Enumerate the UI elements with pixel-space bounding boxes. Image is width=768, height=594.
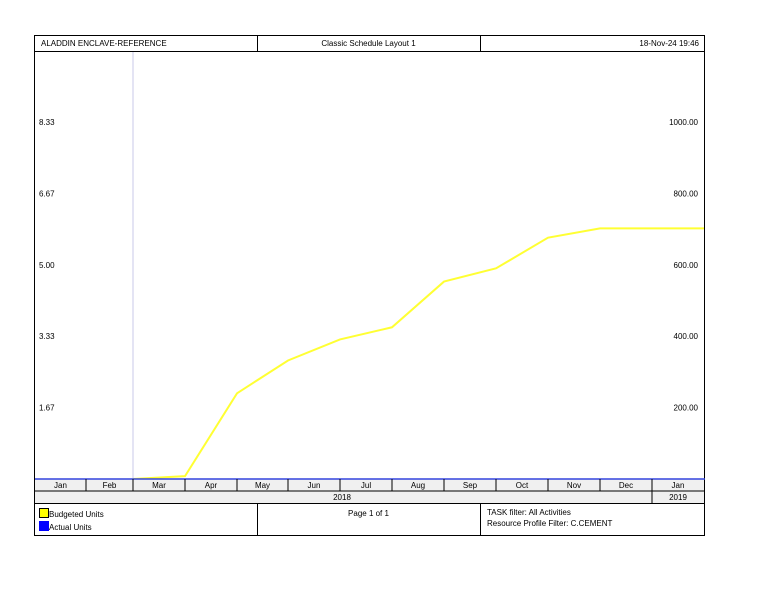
month-label: Nov [567, 481, 581, 490]
month-label: Aug [411, 481, 425, 490]
left-axis-tick: 5.00 [39, 261, 55, 270]
left-axis-tick: 8.33 [39, 118, 55, 127]
month-label: May [255, 481, 270, 490]
budgeted-swatch [39, 508, 49, 518]
year-label: 2018 [333, 493, 351, 502]
right-axis-tick: 1000.00 [669, 118, 698, 127]
resource-filter: Resource Profile Filter: C.CEMENT [487, 519, 613, 528]
month-label: Oct [516, 481, 529, 490]
month-label: Dec [619, 481, 633, 490]
month-label: Jan [672, 481, 685, 490]
right-axis-tick: 600.00 [674, 261, 699, 270]
task-filter: TASK filter: All Activities [487, 508, 571, 517]
month-label: Apr [205, 481, 218, 490]
filters: TASK filter: All Activities Resource Pro… [480, 503, 705, 536]
actual-swatch [39, 521, 49, 531]
month-label: Sep [463, 481, 478, 490]
left-axis-tick: 3.33 [39, 332, 55, 341]
legend-item-actual: Actual Units [39, 521, 257, 532]
year-label: 2019 [669, 493, 687, 502]
month-label: Jun [308, 481, 321, 490]
budgeted-units-line [132, 227, 704, 480]
legend: Budgeted Units Actual Units [34, 503, 258, 536]
legend-label: Budgeted Units [49, 510, 104, 519]
legend-label: Actual Units [49, 523, 92, 532]
left-axis-tick: 6.67 [39, 189, 55, 198]
legend-item-budgeted: Budgeted Units [39, 508, 257, 519]
left-axis-tick: 1.67 [39, 404, 55, 413]
page: ALADDIN ENCLAVE-REFERENCE Classic Schedu… [0, 0, 768, 594]
month-label: Jul [361, 481, 371, 490]
month-label: Jan [54, 481, 67, 490]
right-axis-tick: 400.00 [674, 332, 699, 341]
right-axis-tick: 800.00 [674, 189, 699, 198]
month-label: Mar [152, 481, 166, 490]
page-number: Page 1 of 1 [257, 503, 481, 536]
right-axis-tick: 200.00 [674, 404, 699, 413]
month-label: Feb [103, 481, 117, 490]
